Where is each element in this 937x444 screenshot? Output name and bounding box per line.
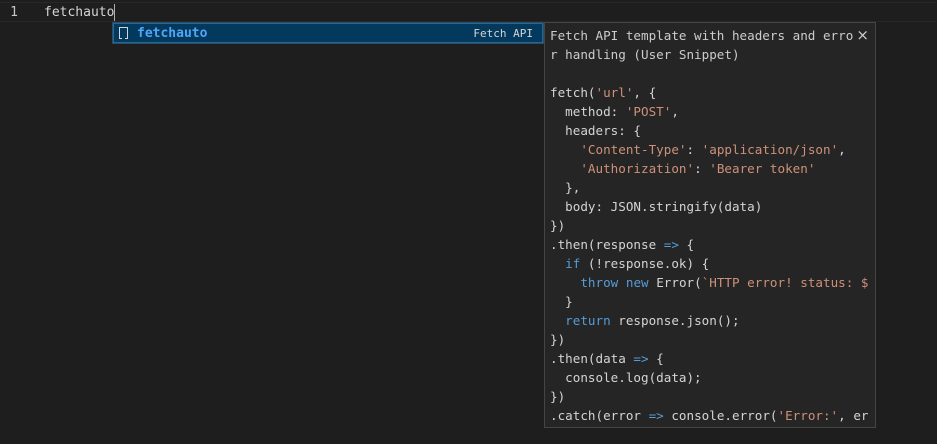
code-preview-line: }) [550,330,869,349]
code-token: body: JSON.stringify(data) [550,199,763,214]
code-token: .then(response [550,237,664,252]
code-preview-line: .then(data => { [550,349,869,368]
suggestion-widget: fetchauto Fetch API [112,22,544,44]
code-token: console.log(data); [550,370,702,385]
suggestion-details-pane: Fetch API template with headers and erro… [544,22,876,428]
snippet-preview-code: fetch('url', { method: 'POST', headers: … [550,83,869,425]
code-token: return [565,313,611,328]
code-line-text: fetchauto [44,5,115,20]
code-token: 'url' [595,85,634,100]
code-preview-line: body: JSON.stringify(data) [550,197,869,216]
code-token: Error( [648,275,702,290]
code-line[interactable]: fetchauto [44,4,116,21]
code-token: 'POST' [625,104,672,119]
code-token: : [686,142,702,157]
code-token: `HTTP error! status: $ [701,275,869,290]
code-token: 'Bearer token' [709,161,816,176]
code-token: , { [633,85,657,100]
code-token: }) [550,218,566,233]
code-token: method: [550,104,626,119]
code-preview-line: }) [550,387,869,406]
code-token: console.error( [663,408,778,423]
code-token: { [678,237,695,252]
code-token: fetch( [550,85,596,100]
code-token: response.json(); [610,313,740,328]
code-token: , er [838,408,869,423]
code-token: : [694,161,710,176]
code-preview-line: }) [550,216,869,235]
code-preview-line: .catch(error => console.error('Error:', … [550,406,869,425]
code-preview-line: headers: { [550,121,869,140]
code-token: new [625,275,649,290]
code-token: => [648,408,664,423]
suggestion-label: fetchauto [137,26,208,41]
code-token: , [671,104,679,119]
code-token: .catch(error [550,408,649,423]
code-preview-line: .then(response => { [550,235,869,254]
code-token: 'Authorization' [580,161,695,176]
current-line-highlight [0,2,937,22]
suggestion-detail: Fetch API [473,27,533,40]
line-number: 1 [10,5,18,20]
code-token: 'Error:' [777,408,839,423]
code-preview-line: if (!response.ok) { [550,254,869,273]
close-icon[interactable]: × [856,26,869,45]
text-cursor [114,4,116,21]
code-token: 'application/json' [701,142,839,157]
suggestion-item[interactable]: fetchauto Fetch API [113,23,543,43]
code-token: }) [550,389,566,404]
code-token: 'Content-Type' [580,142,687,157]
code-preview-line: 'Content-Type': 'application/json', [550,140,869,159]
code-token: headers: { [550,123,641,138]
code-token: , [838,142,846,157]
code-preview-line: fetch('url', { [550,83,869,102]
code-token: { [648,351,664,366]
code-token: .then(data [550,351,634,366]
code-token: } [550,294,573,309]
code-preview-line: console.log(data); [550,368,869,387]
details-description: Fetch API template with headers and erro… [550,28,854,62]
code-preview-line: method: 'POST', [550,102,869,121]
code-token: (!response.ok) { [580,256,710,271]
code-preview-line: 'Authorization': 'Bearer token' [550,159,869,178]
code-token: throw [580,275,619,290]
code-preview-line: } [550,292,869,311]
code-token: }, [550,180,581,195]
code-token: => [663,237,679,252]
snippet-icon [119,27,128,39]
code-token: => [633,351,649,366]
code-token: if [565,256,581,271]
code-preview-line: }, [550,178,869,197]
code-editor[interactable]: 1 fetchauto fetchauto Fetch API Fetch AP… [0,0,937,444]
code-preview-line: throw new Error(`HTTP error! status: $ [550,273,869,292]
code-token: }) [550,332,566,347]
code-preview-line: return response.json(); [550,311,869,330]
